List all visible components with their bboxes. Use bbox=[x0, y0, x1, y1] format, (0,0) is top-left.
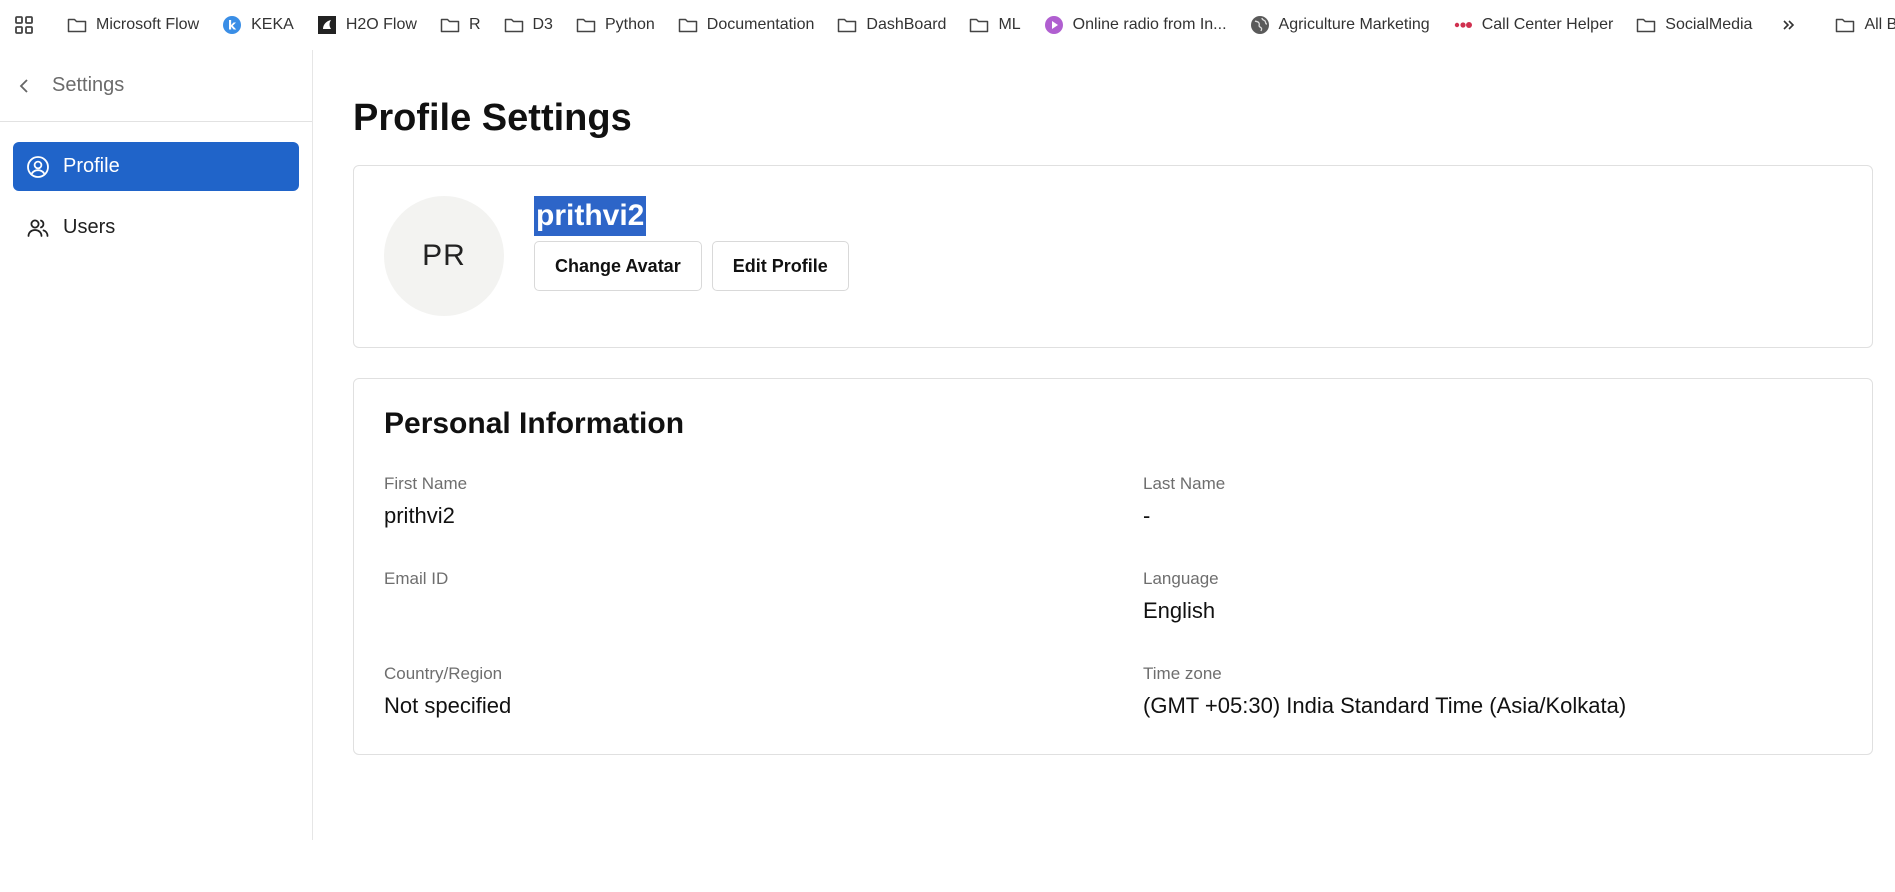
field-value: Not specified bbox=[384, 693, 512, 718]
bookmark-documentation[interactable]: Documentation bbox=[677, 14, 815, 36]
field-label: Email ID bbox=[384, 569, 449, 588]
time-zone-field: Time zone (GMT +05:30) India Standard Ti… bbox=[1143, 662, 1843, 722]
bookmark-label: ML bbox=[998, 16, 1021, 33]
folder-icon bbox=[1834, 14, 1856, 36]
language-field: Language English bbox=[1143, 567, 1843, 627]
bookmark-label: All Bookmarks bbox=[1864, 16, 1895, 33]
bookmark-online-radio[interactable]: Online radio from In... bbox=[1043, 14, 1227, 36]
globe-icon bbox=[1249, 14, 1271, 36]
bookmark-label: Python bbox=[604, 16, 655, 33]
bookmark-socialmedia[interactable]: SocialMedia bbox=[1635, 14, 1752, 36]
bookmark-d3[interactable]: D3 bbox=[503, 14, 553, 36]
sidebar-item-profile[interactable]: Profile bbox=[13, 142, 299, 191]
sidebar-item-users[interactable]: Users bbox=[13, 203, 299, 252]
field-value: prithvi2 bbox=[384, 503, 455, 528]
field-value bbox=[384, 595, 1084, 627]
bookmark-ml[interactable]: ML bbox=[968, 14, 1021, 36]
back-to-settings[interactable]: Settings bbox=[0, 50, 312, 122]
bookmark-call-center-helper[interactable]: Call Center Helper bbox=[1452, 14, 1614, 36]
avatar-initials: PR bbox=[422, 239, 466, 272]
radio-icon bbox=[1043, 14, 1065, 36]
bookmarks-bar: Microsoft Flow k KEKA H2O Flow R D3 Pyth… bbox=[0, 0, 1895, 50]
email-field: Email ID bbox=[384, 567, 1084, 627]
profile-actions: Change Avatar Edit Profile bbox=[534, 241, 859, 291]
user-circle-icon bbox=[25, 154, 51, 180]
field-label: Country/Region bbox=[384, 664, 503, 683]
avatar: PR bbox=[384, 196, 504, 316]
folder-icon bbox=[968, 14, 990, 36]
bookmark-python[interactable]: Python bbox=[575, 14, 655, 36]
bookmark-label: D3 bbox=[532, 16, 553, 33]
apps-grid-icon[interactable] bbox=[14, 14, 34, 36]
field-label: Last Name bbox=[1143, 474, 1226, 493]
folder-icon bbox=[66, 14, 88, 36]
users-icon bbox=[25, 215, 51, 241]
svg-text:k: k bbox=[228, 19, 237, 33]
settings-sidebar: Settings Profile Users bbox=[0, 50, 313, 840]
username[interactable]: prithvi2 bbox=[534, 196, 647, 236]
change-avatar-button[interactable]: Change Avatar bbox=[534, 241, 702, 291]
last-name-field: Last Name - bbox=[1143, 472, 1843, 532]
field-label: First Name bbox=[384, 474, 468, 493]
country-region-field: Country/Region Not specified bbox=[384, 662, 1084, 722]
field-label: Time zone bbox=[1143, 664, 1222, 683]
h2o-icon bbox=[316, 14, 338, 36]
bookmark-label: KEKA bbox=[251, 16, 294, 33]
sidebar-item-label: Profile bbox=[63, 155, 120, 177]
bookmark-h2o-flow[interactable]: H2O Flow bbox=[316, 14, 417, 36]
bookmark-label: Documentation bbox=[706, 16, 815, 33]
bookmark-all-bookmarks[interactable]: All Bookmarks bbox=[1834, 14, 1895, 36]
profile-card: PR prithvi2 Change Avatar Edit Profile bbox=[353, 165, 1873, 348]
field-value: English bbox=[1143, 598, 1216, 623]
bookmark-r[interactable]: R bbox=[439, 14, 481, 36]
folder-icon bbox=[836, 14, 858, 36]
bookmark-microsoft-flow[interactable]: Microsoft Flow bbox=[66, 14, 199, 36]
field-value: (GMT +05:30) India Standard Time (Asia/K… bbox=[1143, 693, 1627, 718]
dots-icon bbox=[1452, 14, 1474, 36]
folder-icon bbox=[439, 14, 461, 36]
bookmark-keka[interactable]: k KEKA bbox=[221, 14, 294, 36]
folder-icon bbox=[677, 14, 699, 36]
edit-profile-button[interactable]: Edit Profile bbox=[711, 241, 849, 291]
bookmark-label: Call Center Helper bbox=[1481, 16, 1614, 33]
bookmark-label: Microsoft Flow bbox=[96, 16, 200, 33]
settings-nav: Profile Users bbox=[0, 122, 312, 252]
bookmark-label: DashBoard bbox=[866, 16, 947, 33]
bookmark-label: R bbox=[468, 16, 481, 33]
keka-icon: k bbox=[221, 14, 243, 36]
first-name-field: First Name prithvi2 bbox=[384, 472, 1084, 532]
sidebar-item-label: Users bbox=[63, 216, 116, 238]
chevron-double-right-icon[interactable] bbox=[1782, 14, 1796, 36]
section-title: Personal Information bbox=[384, 407, 685, 440]
bookmark-label: Online radio from In... bbox=[1072, 16, 1227, 33]
folder-icon bbox=[1635, 14, 1657, 36]
bookmark-dashboard[interactable]: DashBoard bbox=[836, 14, 946, 36]
chevron-left-icon bbox=[18, 78, 34, 94]
folder-icon bbox=[575, 14, 597, 36]
bookmark-label: SocialMedia bbox=[1665, 16, 1753, 33]
page-title: Profile Settings bbox=[353, 97, 632, 139]
main-content: Profile Settings PR prithvi2 Change Avat… bbox=[353, 50, 1873, 755]
bookmark-label: Agriculture Marketing bbox=[1278, 16, 1430, 33]
personal-information-card: Personal Information First Name prithvi2… bbox=[353, 378, 1873, 755]
bookmark-label: H2O Flow bbox=[345, 16, 417, 33]
field-value: - bbox=[1143, 503, 1151, 528]
field-label: Language bbox=[1143, 569, 1219, 588]
folder-icon bbox=[503, 14, 525, 36]
bookmark-agriculture-marketing[interactable]: Agriculture Marketing bbox=[1249, 14, 1430, 36]
settings-label: Settings bbox=[52, 74, 125, 96]
